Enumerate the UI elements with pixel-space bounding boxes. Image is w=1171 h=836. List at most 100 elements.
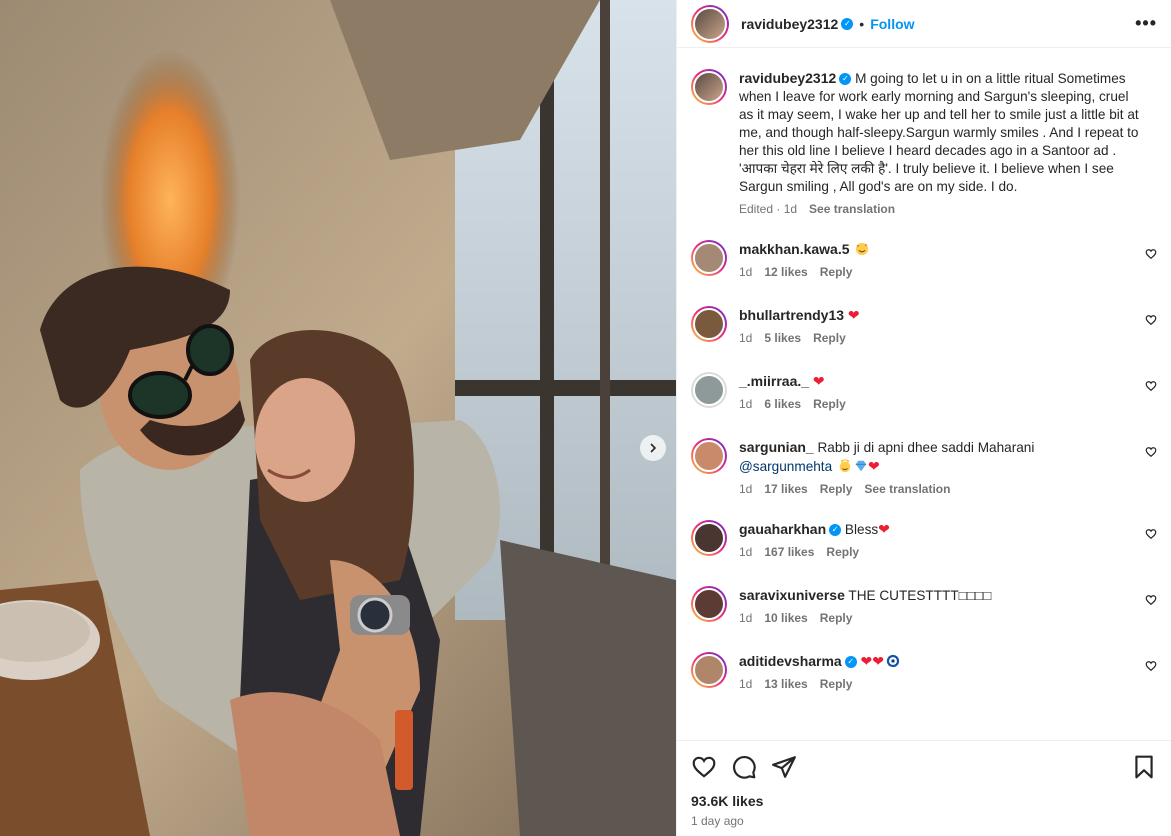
gem-emoji: [852, 459, 868, 474]
comment-bubble-icon[interactable]: [731, 754, 757, 780]
reply-button[interactable]: Reply: [820, 265, 853, 279]
post-photo[interactable]: [0, 0, 676, 836]
comment-meta: 1d 167 likes Reply: [739, 545, 1119, 559]
reply-button[interactable]: Reply: [820, 611, 853, 625]
post-header: ravidubey2312 ✓ • Follow •••: [677, 0, 1171, 48]
comment-mention[interactable]: @sargunmehta: [739, 459, 832, 474]
verified-badge-icon: ✓: [829, 524, 842, 537]
caption-body: M going to let u in on a little ritual S…: [739, 71, 1139, 194]
couple-photo-illustration: [0, 0, 676, 836]
comment-text: sargunian_ Rabb ji di apni dhee saddi Ma…: [739, 438, 1119, 476]
comment-row: gauaharkhan ✓ Bless❤ 1d 167 likes Reply: [691, 520, 1157, 562]
post-viewer: ravidubey2312 ✓ • Follow ••• ravidubey23…: [0, 0, 1171, 836]
commenter-username[interactable]: sargunian_: [739, 439, 814, 455]
commenter-avatar[interactable]: [691, 520, 727, 556]
comment-meta: 1d 12 likes Reply: [739, 265, 1119, 279]
commenter-username[interactable]: makkhan.kawa.5: [739, 241, 850, 257]
caption-text: ravidubey2312 ✓ M going to let u in on a …: [739, 69, 1139, 196]
comment-body: THE CUTESTTTT□□□□: [848, 588, 992, 603]
reply-button[interactable]: Reply: [813, 397, 846, 411]
comment-row: sargunian_ Rabb ji di apni dhee saddi Ma…: [691, 438, 1157, 496]
verified-badge-icon: ✓: [839, 73, 852, 86]
comments-scroll-area[interactable]: ravidubey2312 ✓ M going to let u in on a …: [677, 60, 1171, 740]
comment-time: 1d: [739, 611, 753, 625]
comment-heart-icon[interactable]: [1145, 380, 1157, 392]
comment-like-count[interactable]: 6 likes: [764, 397, 801, 411]
paper-plane-icon[interactable]: [771, 754, 797, 780]
reply-button[interactable]: Reply: [820, 482, 853, 496]
bookmark-icon[interactable]: [1131, 754, 1157, 780]
commenter-avatar[interactable]: [691, 652, 727, 688]
commenter-avatar[interactable]: [691, 586, 727, 622]
angel-emoji: [836, 459, 852, 474]
author-username[interactable]: ravidubey2312: [741, 16, 838, 32]
caption-author-avatar[interactable]: [691, 69, 727, 105]
post-footer: 93.6K likes 1 day ago: [677, 740, 1171, 836]
commenter-avatar[interactable]: [691, 372, 727, 408]
commenter-avatar[interactable]: [691, 438, 727, 474]
heart-outline-icon[interactable]: [691, 754, 717, 780]
comment-text: bhullartrendy13 ❤: [739, 306, 1119, 325]
more-options-icon[interactable]: •••: [1135, 13, 1157, 34]
post-timestamp[interactable]: 1 day ago: [691, 814, 1157, 828]
red-heart-emoji: ❤: [872, 653, 884, 669]
comment-row: _.miirraa._ ❤ 1d 6 likes Reply: [691, 372, 1157, 414]
comment-like-count[interactable]: 12 likes: [764, 265, 807, 279]
commenter-avatar[interactable]: [691, 306, 727, 342]
comment-text: _.miirraa._ ❤: [739, 372, 1119, 391]
post-caption: ravidubey2312 ✓ M going to let u in on a …: [691, 60, 1157, 216]
commenter-username[interactable]: saravixuniverse: [739, 587, 845, 603]
commenter-avatar[interactable]: [691, 240, 727, 276]
comment-heart-icon[interactable]: [1145, 528, 1157, 540]
comment-body: Bless: [844, 522, 879, 537]
see-translation-link[interactable]: See translation: [809, 202, 895, 216]
comment-row: saravixuniverse THE CUTESTTTT□□□□ 1d 10 …: [691, 586, 1157, 628]
comment-time: 1d: [739, 265, 753, 279]
comment-heart-icon[interactable]: [1145, 660, 1157, 672]
caption-username[interactable]: ravidubey2312: [739, 70, 836, 86]
author-avatar[interactable]: [691, 4, 729, 43]
commenter-username[interactable]: aditidevsharma: [739, 653, 842, 669]
comment-meta: 1d 6 likes Reply: [739, 397, 1119, 411]
verified-badge-icon: ✓: [841, 17, 854, 30]
smiling-face-with-hearts-emoji: [853, 242, 869, 257]
comment-like-count[interactable]: 10 likes: [764, 611, 807, 625]
commenter-username[interactable]: bhullartrendy13: [739, 307, 844, 323]
comment-heart-icon[interactable]: [1145, 594, 1157, 606]
comment-meta: 1d 10 likes Reply: [739, 611, 1119, 625]
comment-heart-icon[interactable]: [1145, 446, 1157, 458]
comment-like-count[interactable]: 13 likes: [764, 677, 807, 691]
follow-button[interactable]: Follow: [870, 16, 914, 32]
comment-text: makkhan.kawa.5: [739, 240, 1119, 259]
reply-button[interactable]: Reply: [820, 677, 853, 691]
commenter-username[interactable]: _.miirraa._: [739, 373, 809, 389]
edited-label: Edited · 1d: [739, 202, 798, 216]
comment-meta: 1d 17 likes Reply See translation: [739, 482, 1119, 496]
comment-heart-icon[interactable]: [1145, 248, 1157, 260]
comment-meta: 1d 13 likes Reply: [739, 677, 1119, 691]
comment-row: bhullartrendy13 ❤ 1d 5 likes Reply: [691, 306, 1157, 348]
comment-row: makkhan.kawa.5 1d 12 likes Reply: [691, 240, 1157, 282]
comment-time: 1d: [739, 331, 753, 345]
comment-like-count[interactable]: 167 likes: [764, 545, 814, 559]
next-image-button[interactable]: [640, 435, 666, 461]
comment-like-count[interactable]: 5 likes: [764, 331, 801, 345]
comment-time: 1d: [739, 677, 753, 691]
reply-button[interactable]: Reply: [826, 545, 859, 559]
nazar-amulet-emoji: [884, 654, 900, 669]
like-count[interactable]: 93.6K likes: [691, 793, 1157, 809]
comment-text: saravixuniverse THE CUTESTTTT□□□□: [739, 586, 1119, 605]
caption-meta: Edited · 1d See translation: [739, 202, 1139, 216]
reply-button[interactable]: Reply: [813, 331, 846, 345]
red-heart-emoji: ❤: [860, 653, 873, 669]
comment-text: gauaharkhan ✓ Bless❤: [739, 520, 1119, 539]
see-translation-link[interactable]: See translation: [864, 482, 950, 496]
comment-time: 1d: [739, 545, 753, 559]
commenter-username[interactable]: gauaharkhan: [739, 521, 826, 537]
comment-heart-icon[interactable]: [1145, 314, 1157, 326]
action-bar: [691, 741, 1157, 793]
comment-like-count[interactable]: 17 likes: [764, 482, 807, 496]
red-heart-emoji: ❤: [878, 521, 890, 537]
post-details-panel: ravidubey2312 ✓ • Follow ••• ravidubey23…: [676, 0, 1171, 836]
chevron-right-icon: [650, 443, 657, 453]
